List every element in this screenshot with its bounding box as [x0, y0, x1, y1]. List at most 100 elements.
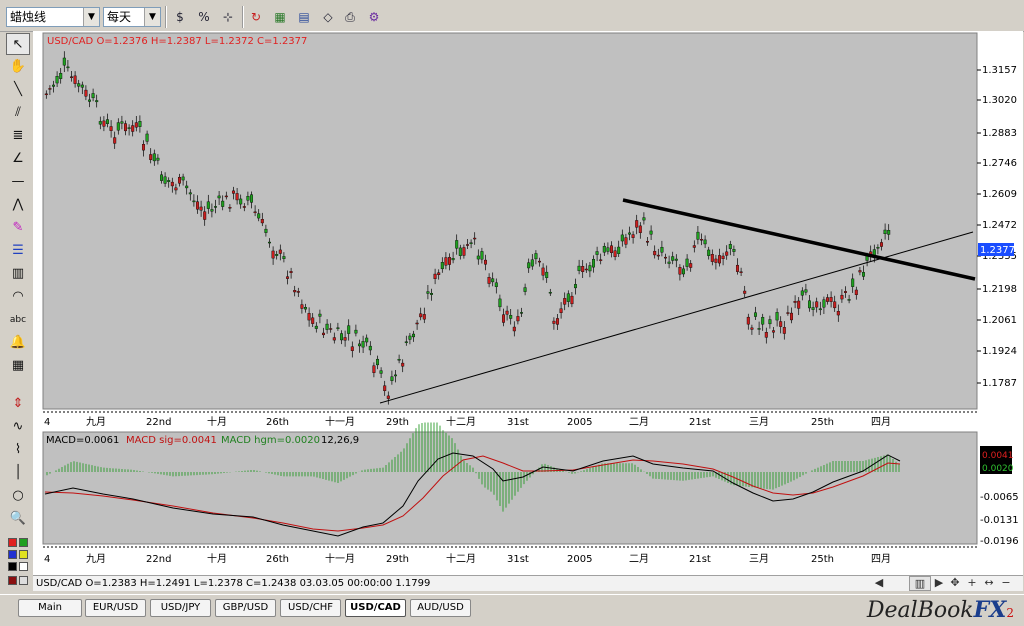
alert-bell-icon[interactable]: 🔔: [6, 332, 30, 354]
chart-window[interactable]: USD/CAD O=1.2376 H=1.2387 L=1.2372 C=1.2…: [33, 31, 1023, 576]
candle-body: [664, 256, 668, 259]
candle-body: [52, 84, 56, 87]
chevron-down-icon[interactable]: ▼: [144, 8, 160, 26]
chart-type-select[interactable]: 蜡烛线 ▼: [6, 7, 100, 27]
date-axis-label: 九月: [86, 553, 106, 565]
move-icon[interactable]: ✥: [947, 576, 963, 591]
open-icon[interactable]: ◇: [318, 8, 338, 26]
candle-body: [70, 76, 74, 78]
cursor-icon[interactable]: ↖: [6, 33, 30, 55]
candle-body: [296, 291, 300, 293]
tab-main[interactable]: Main: [18, 599, 82, 617]
scroll-arrows-icon[interactable]: ↔: [981, 576, 997, 591]
candle-body: [880, 242, 884, 247]
candle-body: [109, 126, 113, 131]
wave-icon[interactable]: ∿: [6, 416, 30, 438]
print-icon[interactable]: ⎙: [340, 8, 360, 26]
gann-fan-icon[interactable]: ∠: [6, 148, 30, 170]
tab-usd-cad[interactable]: USD/CAD: [345, 599, 406, 617]
candle-body: [322, 332, 326, 336]
tab-gbp-usd[interactable]: GBP/USD: [215, 599, 276, 617]
percent-icon[interactable]: %: [194, 8, 214, 26]
tab-usd-chf[interactable]: USD/CHF: [280, 599, 341, 617]
refresh-icon[interactable]: ↻: [246, 8, 266, 26]
main-toolbar: 蜡烛线 ▼ 每天 ▼ $ % ⊹ ↻ ▦ ▤ ◇ ⎙ ⚙: [0, 0, 1024, 32]
color-pen-icon[interactable]: ✎: [6, 217, 30, 239]
candle-body: [145, 133, 149, 142]
color-swatch-yellow[interactable]: [19, 550, 28, 559]
date-axis-label: 31st: [507, 554, 529, 565]
price-panel[interactable]: [42, 32, 978, 410]
chevron-right-icon[interactable]: ▶: [931, 576, 947, 591]
settings-icon[interactable]: ⚙: [364, 8, 384, 26]
vertical-line-icon[interactable]: │: [6, 462, 30, 484]
candle-body: [361, 341, 365, 348]
zoom-in-icon[interactable]: +: [964, 576, 980, 591]
template-icon[interactable]: ▤: [294, 8, 314, 26]
candle-body: [757, 328, 761, 330]
candle-body: [419, 313, 423, 318]
trendline-icon[interactable]: ╲: [6, 79, 30, 101]
calculator-icon[interactable]: ▦: [6, 355, 30, 377]
candle-body: [642, 217, 646, 221]
candle-body: [800, 290, 804, 296]
tab-usd-jpy[interactable]: USD/JPY: [150, 599, 211, 617]
candle-body: [851, 278, 855, 287]
fan-lines-icon[interactable]: ⋀: [6, 194, 30, 216]
candle-body: [530, 259, 534, 267]
dollar-icon[interactable]: $: [170, 8, 190, 26]
color-swatch-grey[interactable]: [19, 576, 28, 585]
candle-body: [613, 250, 617, 257]
tab-aud-usd[interactable]: AUD/USD: [410, 599, 471, 617]
color-swatch-black[interactable]: [8, 562, 17, 571]
color-swatch-red[interactable]: [8, 538, 17, 547]
candle-body: [498, 298, 502, 308]
candle-body: [368, 345, 372, 351]
scroll-thumb[interactable]: ▥: [909, 576, 931, 591]
candle-body: [444, 257, 448, 266]
candle-body: [113, 137, 117, 144]
color-swatch-white[interactable]: [19, 562, 28, 571]
chart-window-icon[interactable]: ▦: [270, 8, 290, 26]
cycle-icon[interactable]: ⌇: [6, 439, 30, 461]
zoom-out-icon[interactable]: −: [998, 576, 1014, 591]
candle-body: [383, 385, 387, 392]
candle-body: [512, 326, 516, 332]
color-swatch-green[interactable]: [19, 538, 28, 547]
date-axis-label: 十一月: [325, 552, 355, 565]
candle-body: [581, 266, 585, 273]
arrows-updown-icon[interactable]: ⇕: [6, 393, 30, 415]
date-axis-label: 26th: [266, 417, 289, 428]
text-tool-icon[interactable]: abc: [6, 309, 30, 331]
color-swatch-darkred[interactable]: [8, 576, 17, 585]
candle-body: [826, 297, 830, 302]
candle-body: [638, 225, 642, 233]
horizontal-line-icon[interactable]: —: [6, 171, 30, 193]
chevron-down-icon[interactable]: ▼: [83, 8, 99, 26]
candle-body: [707, 249, 711, 256]
zoom-icon[interactable]: 🔍: [6, 508, 30, 530]
macd-hist-label: MACD hgm=0.0020: [221, 435, 320, 446]
tab-eur-usd[interactable]: EUR/USD: [85, 599, 146, 617]
candle-body: [768, 319, 772, 325]
candle-body: [725, 251, 729, 256]
arc-icon[interactable]: ◠: [6, 286, 30, 308]
fibonacci-icon[interactable]: ≣: [6, 125, 30, 147]
grid-icon[interactable]: ▥: [6, 263, 30, 285]
macd-badge-sig: 0.0041: [982, 451, 1014, 461]
crosshair-icon[interactable]: ⊹: [218, 8, 238, 26]
circle-icon[interactable]: ○: [6, 485, 30, 507]
levels-icon[interactable]: ☰: [6, 240, 30, 262]
macd-panel[interactable]: [42, 431, 978, 545]
candle-body: [829, 297, 833, 302]
channel-icon[interactable]: ⫽: [6, 102, 30, 124]
candle-body: [195, 201, 199, 210]
candle-body: [257, 213, 261, 219]
period-select[interactable]: 每天 ▼: [103, 7, 161, 27]
candle-body: [217, 195, 221, 199]
chevron-left-icon[interactable]: ◀: [871, 576, 887, 591]
chart-canvas[interactable]: USD/CAD O=1.2376 H=1.2387 L=1.2372 C=1.2…: [33, 31, 1023, 576]
candle-body: [390, 376, 394, 381]
hand-icon[interactable]: ✋: [6, 56, 30, 78]
color-swatch-blue[interactable]: [8, 550, 17, 559]
